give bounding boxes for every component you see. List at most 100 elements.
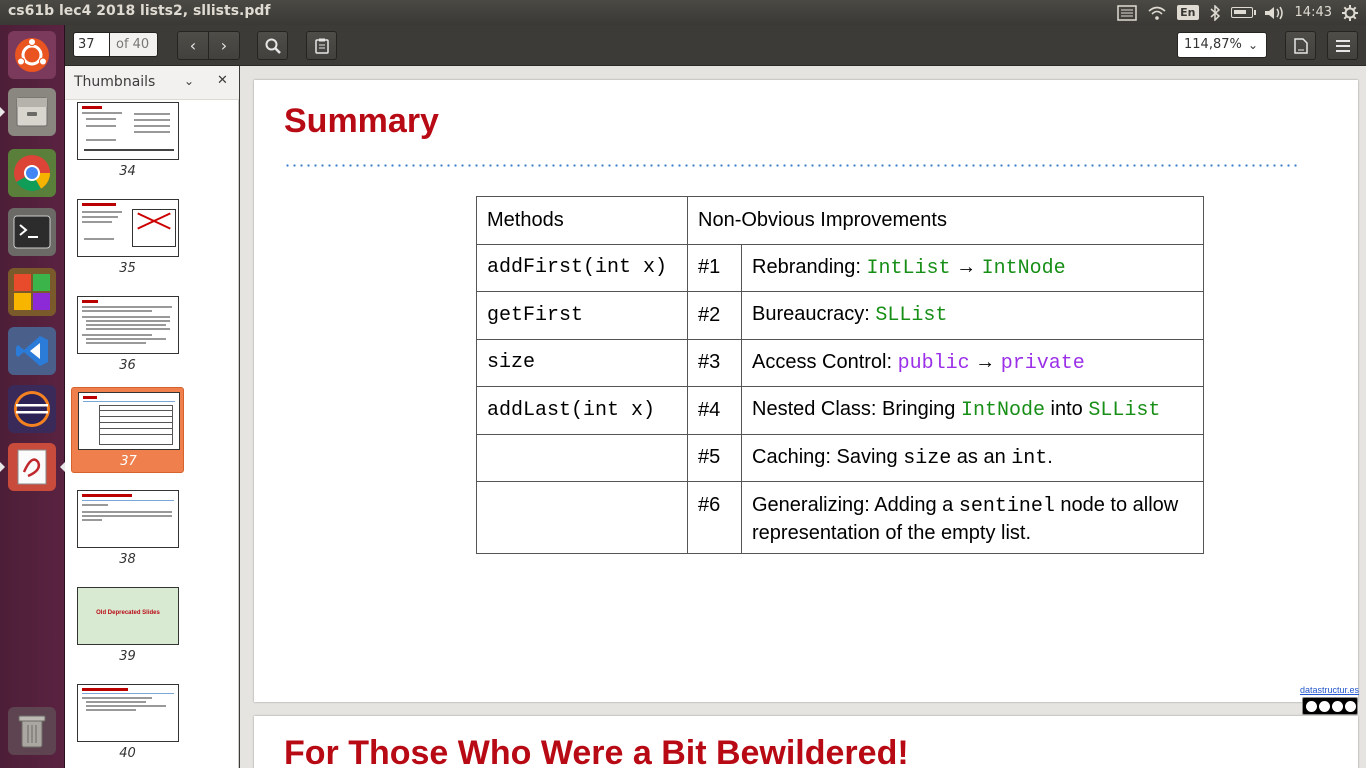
method-cell: size <box>476 338 688 387</box>
improvement-cell: Rebranding: IntList → IntNode <box>741 243 1204 292</box>
thumbnail-page-34[interactable]: 34 <box>71 98 184 184</box>
search-icon <box>265 38 281 54</box>
code-text: IntList <box>866 256 951 280</box>
keyboard-layout-indicator[interactable]: En <box>1177 0 1199 25</box>
thumbnails-sidebar: Thumbnails ⌄ ✕ 34 35 36 37 38 Old Deprec… <box>65 66 239 768</box>
code-text: IntNode <box>960 399 1045 423</box>
software-center-icon[interactable] <box>8 268 56 316</box>
thumbnail-caption: Old Deprecated Slides <box>96 610 160 616</box>
eclipse-icon[interactable] <box>8 385 56 433</box>
clock[interactable]: 14:43 <box>1295 0 1332 25</box>
improvement-cell: Generalizing: Adding a sentinel node to … <box>741 481 1204 554</box>
volume-icon[interactable] <box>1263 0 1285 25</box>
thumbnail-number: 40 <box>119 746 136 761</box>
improvement-number: #4 <box>687 386 742 435</box>
pdf-page: Summary Methods Non-Obvious Improvements… <box>254 80 1359 715</box>
next-page-button[interactable]: › <box>208 31 240 60</box>
trash-icon[interactable] <box>8 707 56 755</box>
thumbnail-number: 36 <box>119 358 136 373</box>
method-cell: getFirst <box>476 291 688 340</box>
hamburger-menu-icon <box>1335 39 1350 52</box>
thumbnail-page-38[interactable]: 38 <box>71 486 184 572</box>
menu-list-icon[interactable] <box>1117 0 1137 25</box>
improvement-label: Generalizing: Adding a <box>752 494 959 516</box>
thumbnail-image <box>77 490 179 548</box>
thumbnail-image <box>77 296 179 354</box>
improvement-number: #1 <box>687 243 742 292</box>
ubuntu-dash-icon[interactable] <box>8 31 56 79</box>
annotations-button[interactable] <box>306 31 337 60</box>
improvement-cell: Caching: Saving size as an int. <box>741 433 1204 482</box>
code-text: public <box>897 351 970 375</box>
improvement-suffix: . <box>1047 445 1053 468</box>
thumbnail-page-37[interactable]: 37 <box>71 387 184 473</box>
pdf-page-next: For Those Who Were a Bit Bewildered! <box>254 716 1358 768</box>
document-icon <box>1293 37 1308 54</box>
table-row: getFirst #2 Bureaucracy: SLList <box>476 291 1204 340</box>
thumbnail-number: 37 <box>120 454 137 469</box>
wifi-icon[interactable] <box>1147 0 1167 25</box>
method-cell <box>476 433 688 482</box>
sidebar-header: Thumbnails ⌄ ✕ <box>65 66 239 100</box>
search-button[interactable] <box>257 31 288 60</box>
bluetooth-icon[interactable] <box>1209 0 1221 25</box>
chrome-icon[interactable] <box>8 149 56 197</box>
improvement-cell: Nested Class: Bringing IntNode into SLLi… <box>741 386 1204 435</box>
viewer-toolbar: of 40 ‹ › 114,87% ⌄ <box>65 25 1366 66</box>
system-tray: En 14:43 <box>1117 0 1366 25</box>
document-viewer-icon[interactable] <box>0 443 65 491</box>
menu-button[interactable] <box>1327 31 1358 60</box>
page-view-button[interactable] <box>1285 31 1316 60</box>
code-text: SLList <box>875 304 948 328</box>
zoom-value: 114,87% <box>1184 37 1242 52</box>
table-row: #6 Generalizing: Adding a sentinel node … <box>476 481 1204 554</box>
header-methods: Methods <box>476 196 688 245</box>
files-icon[interactable] <box>0 88 56 136</box>
table-row: addLast(int x) #4 Nested Class: Bringing… <box>476 386 1204 435</box>
code-text: IntNode <box>981 256 1066 280</box>
chevron-left-icon: ‹ <box>189 36 197 55</box>
clipboard-icon <box>314 38 329 54</box>
improvement-cell: Access Control: public → private <box>741 338 1204 387</box>
thumbnail-page-40[interactable]: 40 <box>71 680 184 766</box>
settings-gear-icon[interactable] <box>1342 0 1358 25</box>
thumbnail-image <box>78 392 180 450</box>
thumbnail-image: Old Deprecated Slides <box>77 587 179 645</box>
battery-icon[interactable] <box>1230 0 1256 25</box>
header-improvements: Non-Obvious Improvements <box>687 196 1204 245</box>
next-slide-title: For Those Who Were a Bit Bewildered! <box>284 734 909 768</box>
document-view[interactable]: Summary Methods Non-Obvious Improvements… <box>240 66 1366 768</box>
terminal-icon[interactable] <box>8 208 56 256</box>
table-header-row: Methods Non-Obvious Improvements <box>476 196 1204 245</box>
method-cell: addLast(int x) <box>476 386 688 435</box>
top-panel: cs61b lec4 2018 lists2, sllists.pdf En 1… <box>0 0 1366 25</box>
improvement-connector: → <box>969 350 1001 373</box>
sidebar-mode-chevron-down-icon[interactable]: ⌄ <box>184 74 194 88</box>
code-text: SLList <box>1088 399 1161 423</box>
improvement-label: Rebranding: <box>752 255 867 278</box>
creative-commons-license-icon <box>1302 697 1358 715</box>
chevron-right-icon: › <box>220 36 228 55</box>
improvement-number: #2 <box>687 291 742 340</box>
page-number-input[interactable] <box>73 32 110 57</box>
thumbnail-page-36[interactable]: 36 <box>71 292 184 378</box>
improvement-label: Bureaucracy: <box>752 303 876 326</box>
thumbnail-page-35[interactable]: 35 <box>71 195 184 281</box>
summary-table: Methods Non-Obvious Improvements addFirs… <box>476 196 1204 554</box>
previous-page-button[interactable]: ‹ <box>177 31 209 60</box>
method-cell <box>476 481 688 554</box>
vscode-icon[interactable] <box>8 327 56 375</box>
thumbnail-image <box>77 102 179 160</box>
improvement-connector: as an <box>951 445 1012 468</box>
page-total-label: of 40 <box>110 32 158 57</box>
table-row: addFirst(int x) #1 Rebranding: IntList →… <box>476 243 1204 292</box>
code-text: size <box>903 446 952 470</box>
chevron-down-icon: ⌄ <box>1247 38 1258 52</box>
zoom-select[interactable]: 114,87% ⌄ <box>1177 32 1267 58</box>
datastructures-link[interactable]: datastructur.es <box>1300 685 1359 695</box>
slide-title: Summary <box>284 102 439 140</box>
launcher <box>0 25 65 768</box>
thumbnail-page-39[interactable]: Old Deprecated Slides 39 <box>71 583 184 669</box>
sidebar-close-icon[interactable]: ✕ <box>217 73 228 88</box>
improvement-connector: into <box>1045 398 1089 421</box>
